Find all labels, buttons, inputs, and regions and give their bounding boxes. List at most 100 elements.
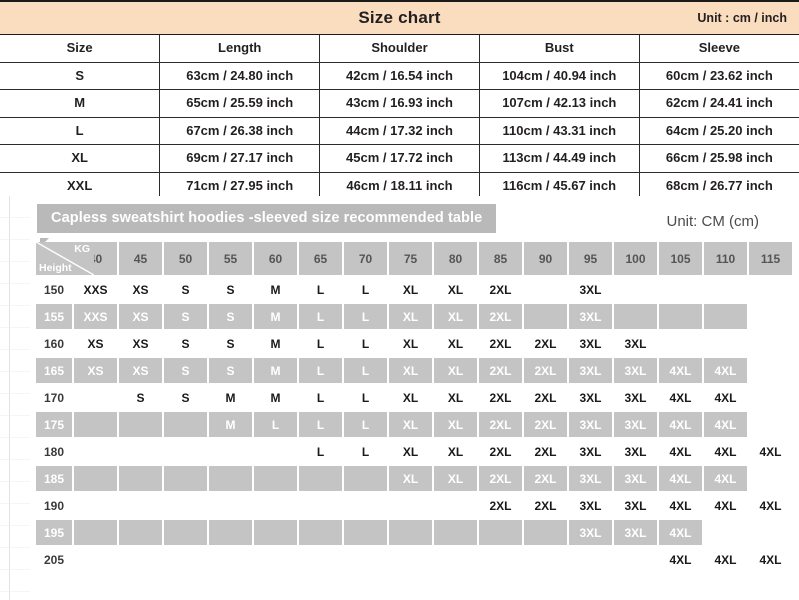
size-cell-h150-w110 — [704, 277, 747, 302]
size-cell-h150-w65: L — [316, 282, 325, 297]
table-row: 185 XL XL 2XL 2XL 3XL 3XL 4XL 4XL 4XL — [36, 466, 792, 491]
size-cell-h170-w65: L — [316, 390, 325, 405]
size-cell-h180-w90: 2XL — [534, 444, 557, 459]
cell-shoulder: 43cm / 16.93 inch — [319, 89, 480, 118]
size-cell-h180-w80: XL — [447, 444, 464, 459]
table-row: 180 L L XL XL 2XL 2XL 3XL 3XL 4XL 4XL 4XL — [36, 439, 792, 464]
size-cell-h185-w40 — [74, 466, 117, 491]
size-cell-h155-w105 — [659, 304, 702, 329]
size-cell-h180-w45 — [119, 439, 162, 464]
size-cell-h155-w75: XL — [389, 304, 432, 329]
height-label-155: 155 — [36, 304, 72, 329]
size-cell-h165-w95: 3XL — [569, 358, 612, 383]
size-cell-h170-w95: 3XL — [579, 390, 602, 405]
height-label-160: 160 — [43, 336, 65, 351]
size-cell-h165-w70: L — [344, 358, 387, 383]
table-row: 205 4XL 4XL 4XL — [36, 547, 792, 572]
table-row: 170 S S M M L L XL XL 2XL 2XL 3XL 3XL 4XL 4XL — [36, 385, 792, 410]
size-cell-h165-w50: S — [164, 358, 207, 383]
size-cell-h205-w115: 4XL — [759, 552, 782, 567]
size-cell-h190-w50 — [164, 493, 207, 518]
cell-shoulder: 45cm / 17.72 inch — [319, 144, 480, 173]
size-cell-h190-w40 — [74, 493, 117, 518]
size-cell-h150-w85: 2XL — [489, 282, 512, 297]
size-cell-h185-w95: 3XL — [569, 466, 612, 491]
size-cell-h205-w85 — [479, 547, 522, 572]
height-label-170: 170 — [43, 390, 65, 405]
size-cell-h205-w100 — [614, 547, 657, 572]
size-cell-h180-w115: 4XL — [759, 444, 782, 459]
height-label-175: 175 — [36, 412, 72, 437]
cell-length: 69cm / 27.17 inch — [159, 144, 321, 173]
size-cell-h205-w40 — [74, 547, 117, 572]
cell-bust: 110cm / 43.31 inch — [478, 116, 640, 145]
table-row: 155 XXS XS S S M L L XL XL 2XL 3XL — [36, 304, 792, 329]
weight-header-55: 55 — [209, 242, 252, 275]
size-cell-h160-w90: 2XL — [534, 336, 557, 351]
size-cell-h190-w70 — [344, 493, 387, 518]
cell-length: 67cm / 26.38 inch — [159, 116, 321, 145]
size-cell-h155-w110 — [704, 304, 747, 329]
size-cell-h155-w100 — [614, 304, 657, 329]
size-cell-h150-w45: XS — [132, 282, 149, 297]
size-cell-h205-w75 — [389, 547, 432, 572]
size-chart-unit-label: Unit : cm / inch — [697, 11, 787, 25]
table-row: S 63cm / 24.80 inch 42cm / 16.54 inch 10… — [0, 61, 799, 90]
height-label-190: 190 — [43, 498, 65, 513]
corner-cell-inner: KG Height — [36, 242, 94, 275]
size-cell-h160-w100: 3XL — [624, 336, 647, 351]
size-cell-h170-w75: XL — [402, 390, 419, 405]
cell-sleeve: 62cm / 24.41 inch — [638, 89, 799, 118]
size-cell-h205-w55 — [209, 547, 252, 572]
size-cell-h190-w45 — [119, 493, 162, 518]
column-header-sleeve: Sleeve — [638, 35, 799, 63]
size-cell-h190-w65 — [299, 493, 342, 518]
size-cell-h155-w50: S — [164, 304, 207, 329]
size-cell-h150-w105 — [659, 277, 702, 302]
cell-shoulder: 42cm / 16.54 inch — [319, 61, 480, 90]
size-cell-h160-w95: 3XL — [579, 336, 602, 351]
size-cell-h195-w75 — [389, 520, 432, 545]
size-cell-h150-w115 — [749, 277, 792, 302]
size-chart-title-bar: Size chart Unit : cm / inch — [0, 2, 799, 35]
size-cell-h155-w55: S — [209, 304, 252, 329]
size-cell-h160-w110 — [704, 331, 747, 356]
size-cell-h180-w70: L — [361, 444, 370, 459]
table-row: XL 69cm / 27.17 inch 45cm / 17.72 inch 1… — [0, 144, 799, 173]
size-cell-h180-w40 — [74, 439, 117, 464]
size-cell-h185-w115: 4XL — [759, 471, 782, 486]
size-cell-h175-w55: M — [209, 412, 252, 437]
size-chart-table-section: Size chart Unit : cm / inch Size Length … — [0, 0, 799, 227]
size-cell-h160-w55: S — [226, 336, 235, 351]
size-cell-h165-w40: XS — [74, 358, 117, 383]
size-cell-h175-w70: L — [344, 412, 387, 437]
cell-size: S — [0, 61, 161, 90]
weight-header-115: 115 — [749, 242, 792, 275]
size-cell-h165-w115 — [749, 358, 792, 383]
weight-header-65: 65 — [299, 242, 342, 275]
cell-bust: 107cm / 42.13 inch — [478, 89, 640, 118]
weight-header-75: 75 — [389, 242, 432, 275]
size-cell-h170-w100: 3XL — [624, 390, 647, 405]
size-cell-h190-w90: 2XL — [534, 498, 557, 513]
size-cell-h190-w95: 3XL — [579, 498, 602, 513]
size-cell-h170-w85: 2XL — [489, 390, 512, 405]
size-cell-h160-w45: XS — [132, 336, 149, 351]
recommended-size-table: KG Height 40 45 50 55 60 65 70 75 80 85 … — [34, 240, 794, 574]
size-cell-h205-w50 — [164, 547, 207, 572]
cell-size: M — [0, 89, 161, 118]
cell-size: L — [0, 116, 161, 145]
height-label-165: 165 — [36, 358, 72, 383]
size-cell-h185-w60 — [254, 466, 297, 491]
recommended-banner-label: Capless sweatshirt hoodies -sleeved size… — [37, 204, 497, 233]
size-cell-h180-w55 — [209, 439, 252, 464]
size-cell-h160-w80: XL — [447, 336, 464, 351]
recommended-table-body: 150 XXS XS S S M L L XL XL 2XL 3XL 155 XXS XS S S M L L XL XL… — [36, 277, 792, 572]
size-cell-h205-w105: 4XL — [669, 552, 692, 567]
size-cell-h185-w100: 3XL — [614, 466, 657, 491]
size-cell-h150-w70: L — [361, 282, 370, 297]
size-cell-h170-w55: M — [225, 390, 236, 405]
recommended-grid-wrapper: KG Height 40 45 50 55 60 65 70 75 80 85 … — [0, 240, 799, 574]
size-cell-h175-w65: L — [299, 412, 342, 437]
height-label-150: 150 — [43, 282, 65, 297]
